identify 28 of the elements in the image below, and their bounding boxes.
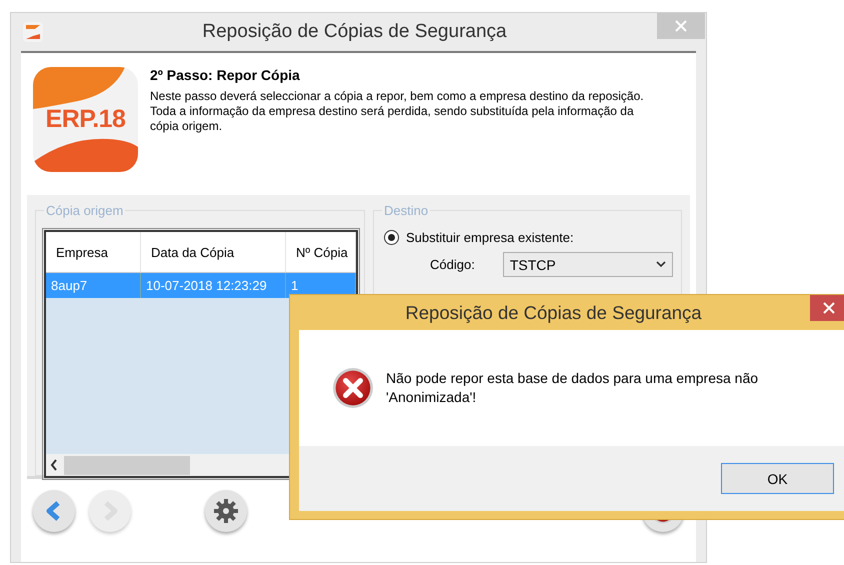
close-icon (675, 20, 687, 32)
ok-button[interactable]: OK (721, 463, 834, 494)
table-cell: 10-07-2018 12:23:29 (141, 273, 286, 298)
group-title: Destino (383, 203, 430, 218)
settings-button[interactable] (205, 490, 247, 532)
table-cell: 8aup7 (46, 273, 141, 298)
code-label: Código: (430, 257, 475, 272)
gear-icon (214, 499, 238, 523)
error-message: Não pode repor esta base de dados para uma empresa não 'Anonimizada'! (386, 369, 760, 407)
column-header[interactable]: Data da Cópia (141, 232, 286, 272)
radio-label[interactable]: Substituir empresa existente: (406, 230, 574, 245)
radio-button[interactable] (384, 230, 399, 245)
logo: ERP.18 (33, 67, 138, 172)
close-icon (823, 302, 835, 314)
chevron-down-icon (656, 261, 666, 268)
dialog-title: Reposição de Cópias de Segurança (405, 302, 702, 324)
scroll-left-icon (50, 459, 58, 471)
column-header[interactable]: Nº Cópia (286, 232, 356, 272)
group-title: Cópia origem (45, 203, 124, 218)
error-icon (332, 367, 374, 409)
close-button[interactable] (810, 295, 844, 321)
step-title: 2º Passo: Repor Cópia (150, 67, 301, 83)
back-button[interactable] (33, 490, 75, 532)
column-header[interactable]: Empresa (46, 232, 141, 272)
step-description: Neste passo deverá seleccionar a cópia a repor, bem como a empresa destino da reposição. Toda a informação da empresa destino será perdida, sendo substituída pela informação da cópia origem. (150, 89, 645, 134)
code-dropdown[interactable]: TSTCP (502, 252, 673, 277)
app-icon (23, 22, 43, 42)
window-title: Reposição de Cópias de Segurança (201, 21, 508, 43)
